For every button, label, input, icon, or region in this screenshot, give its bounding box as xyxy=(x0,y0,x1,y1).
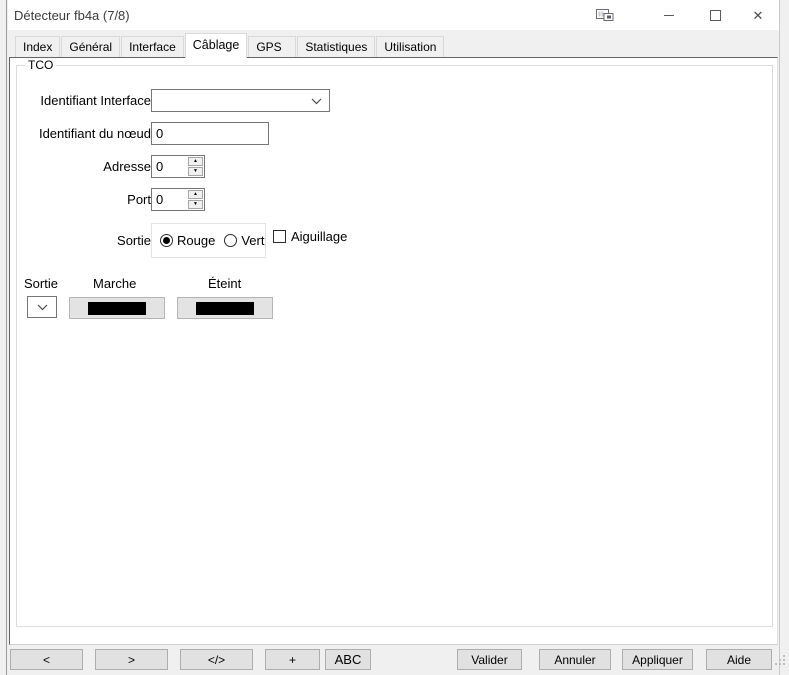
code-button[interactable]: </> xyxy=(180,649,253,670)
identifiant-interface-label: Identifiant Interface xyxy=(5,89,151,112)
window-title: Détecteur fb4a (7/8) xyxy=(14,8,130,23)
add-button[interactable]: + xyxy=(265,649,320,670)
eteint-color-swatch xyxy=(196,302,254,315)
groupbox-title: TCO xyxy=(25,58,56,72)
maximize-button[interactable] xyxy=(700,0,730,30)
output-sortie-select[interactable] xyxy=(27,296,57,318)
identifiant-noeud-input[interactable] xyxy=(151,122,269,145)
cablage-tab-panel: TCO Identifiant Interface Identifiant du… xyxy=(9,57,778,645)
close-icon: ✕ xyxy=(753,9,764,22)
previous-button[interactable]: < xyxy=(10,649,83,670)
marche-color-button[interactable] xyxy=(69,297,165,319)
output-marche-header: Marche xyxy=(93,276,136,291)
valider-button[interactable]: Valider xyxy=(457,649,522,670)
detector-dialog: Détecteur fb4a (7/8) ✕ xyxy=(8,0,779,675)
minimize-icon xyxy=(664,15,674,16)
port-value: 0 xyxy=(152,189,187,210)
tab-cablage[interactable]: Câblage xyxy=(185,33,248,58)
resize-grip-icon[interactable] xyxy=(773,653,786,671)
triangle-up-icon[interactable]: ▲ xyxy=(188,190,203,199)
adresse-spinner[interactable]: 0 ▲ ▼ xyxy=(151,155,205,178)
sortie-radio-group: Rouge Vert xyxy=(151,223,266,258)
radio-vert-label: Vert xyxy=(241,233,264,248)
tco-groupbox: TCO Identifiant Interface Identifiant du… xyxy=(16,65,773,627)
aiguillage-label: Aiguillage xyxy=(291,229,347,244)
abc-button[interactable]: ABC xyxy=(325,649,371,670)
checkbox-icon xyxy=(273,230,286,243)
annuler-button[interactable]: Annuler xyxy=(539,649,611,670)
identifiant-interface-select[interactable] xyxy=(151,89,330,112)
adresse-spin-buttons: ▲ ▼ xyxy=(187,156,204,177)
radio-button-icon xyxy=(160,234,173,247)
triangle-down-icon[interactable]: ▼ xyxy=(188,200,203,209)
aiguillage-checkbox-row[interactable]: Aiguillage xyxy=(273,229,347,244)
chevron-down-icon xyxy=(311,92,322,110)
tab-interface[interactable]: Interface xyxy=(121,36,184,57)
marche-color-swatch xyxy=(88,302,146,315)
appliquer-button[interactable]: Appliquer xyxy=(622,649,693,670)
next-button[interactable]: > xyxy=(95,649,168,670)
adresse-value: 0 xyxy=(152,156,187,177)
port-spin-buttons: ▲ ▼ xyxy=(187,189,204,210)
sortie-label: Sortie xyxy=(5,229,151,252)
maximize-icon xyxy=(710,10,721,21)
tab-utilisation[interactable]: Utilisation xyxy=(376,36,444,57)
port-label: Port xyxy=(5,188,151,211)
radio-rouge[interactable]: Rouge xyxy=(160,233,215,248)
radio-vert[interactable]: Vert xyxy=(224,233,264,248)
minimize-button[interactable] xyxy=(654,0,684,30)
tab-general[interactable]: Général xyxy=(61,36,120,57)
close-button[interactable]: ✕ xyxy=(743,0,773,30)
tab-strip: Index Général Interface Câblage GPS Stat… xyxy=(8,30,779,57)
tab-gps[interactable]: GPS xyxy=(248,36,296,57)
screenshot-root: Détecteur fb4a (7/8) ✕ xyxy=(0,0,789,675)
radio-rouge-label: Rouge xyxy=(177,233,215,248)
radio-button-icon xyxy=(224,234,237,247)
overlapping-windows-icon[interactable] xyxy=(595,8,617,23)
output-eteint-header: Éteint xyxy=(208,276,241,291)
aide-button[interactable]: Aide xyxy=(706,649,772,670)
triangle-up-icon[interactable]: ▲ xyxy=(188,157,203,166)
background-window-edge-right xyxy=(779,0,789,675)
output-sortie-header: Sortie xyxy=(24,276,58,291)
adresse-label: Adresse xyxy=(5,155,151,178)
titlebar: Détecteur fb4a (7/8) ✕ xyxy=(8,0,779,30)
triangle-down-icon[interactable]: ▼ xyxy=(188,167,203,176)
port-spinner[interactable]: 0 ▲ ▼ xyxy=(151,188,205,211)
eteint-color-button[interactable] xyxy=(177,297,273,319)
tab-statistiques[interactable]: Statistiques xyxy=(297,36,375,57)
chevron-down-icon xyxy=(37,298,48,316)
tab-index[interactable]: Index xyxy=(15,36,60,57)
identifiant-noeud-label: Identifiant du nœud xyxy=(5,122,151,145)
